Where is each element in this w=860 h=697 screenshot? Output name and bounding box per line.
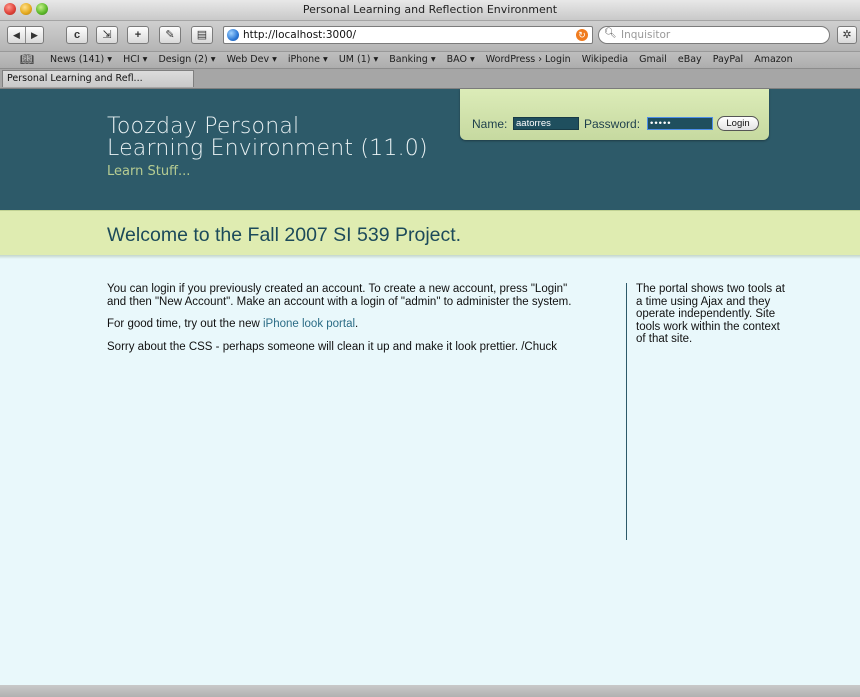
bookmarks-book-icon[interactable]: 📖︎ [20,53,34,67]
back-arrow-icon[interactable]: ◀ [8,27,26,43]
main-content: You can login if you previously created … [107,283,582,363]
toolbar-overflow-button[interactable]: ✲ [837,26,857,44]
page-title: Welcome to the Fall 2007 SI 539 Project. [107,224,462,246]
print-button[interactable]: ▤ [191,26,213,44]
iphone-paragraph-prefix: For good time, try out the new [107,318,263,330]
bookmarks-list: News (141) ▾ HCI ▾ Design (2) ▾ Web Dev … [50,54,801,65]
forward-arrow-icon[interactable]: ▶ [26,27,43,43]
site-title: Toozday Personal Learning Environment (1… [107,116,428,160]
window-title: Personal Learning and Reflection Environ… [302,3,558,16]
bookmark-item[interactable]: Amazon [754,54,792,65]
plus-icon: + [134,29,142,41]
bookmark-item[interactable]: Gmail [639,54,667,65]
tab-active[interactable]: Personal Learning and Refl... [2,70,194,87]
bookmark-item[interactable]: Web Dev ▾ [227,54,277,65]
css-note-paragraph: Sorry about the CSS - perhaps someone wi… [107,340,558,353]
password-label: Password: [584,117,641,131]
bookmark-item[interactable]: Banking ▾ [389,54,435,65]
iphone-portal-link[interactable]: iPhone look portal [263,318,355,330]
globe-icon [227,29,239,41]
browser-toolbar: ◀ ▶ c ⇲ + ✎ ▤ http://localhost:3000/ ↻ 🔍… [0,21,860,51]
back-forward-control: ◀ ▶ [7,26,44,44]
iphone-paragraph-suffix: . [355,318,359,330]
reload-icon: c [73,29,81,41]
print-icon: ▤ [196,29,208,41]
address-bar[interactable]: http://localhost:3000/ ↻ [223,26,593,44]
bookmark-item[interactable]: UM (1) ▾ [339,54,378,65]
bookmark-item[interactable]: BAO ▾ [447,54,475,65]
site-title-line2: Learning Environment (11.0) [107,136,428,161]
site-tagline: Learn Stuff... [107,164,191,179]
gear-icon: ✲ [842,29,852,41]
bookmark-item[interactable]: PayPal [713,54,744,65]
status-bar [0,685,860,697]
refresh-icon[interactable]: ↻ [576,29,588,41]
tab-bar: Personal Learning and Refl... [0,69,860,89]
window-titlebar: Personal Learning and Reflection Environ… [0,0,860,21]
intro-paragraph: You can login if you previously created … [107,283,572,308]
bookmark-item[interactable]: eBay [678,54,702,65]
snapback-icon: ⇲ [102,29,112,41]
bookmark-item[interactable]: HCI ▾ [123,54,147,65]
search-placeholder: Inquisitor [621,29,671,41]
site-title-line1: Toozday Personal [107,114,300,139]
iphone-paragraph: For good time, try out the new iPhone lo… [107,318,582,331]
bookmark-item[interactable]: News (141) ▾ [50,54,112,65]
edit-button[interactable]: ✎ [159,26,181,44]
name-field[interactable]: aatorres [513,117,579,130]
reload-button[interactable]: c [66,26,88,44]
name-label: Name: [472,117,508,131]
password-field[interactable]: ••••• [647,117,713,130]
snapback-button[interactable]: ⇲ [96,26,118,44]
login-panel: Name: aatorres Password: ••••• Login [460,89,769,140]
add-bookmark-button[interactable]: + [127,26,149,44]
site-header: Toozday Personal Learning Environment (1… [0,89,860,210]
address-url[interactable]: http://localhost:3000/ [243,29,356,41]
search-icon: 🔍︎ [604,28,617,39]
bookmarks-bar: 📖︎ News (141) ▾ HCI ▾ Design (2) ▾ Web D… [0,51,860,69]
welcome-banner: Welcome to the Fall 2007 SI 539 Project. [0,210,860,259]
column-divider [626,283,627,540]
bookmark-item[interactable]: WordPress › Login [486,54,571,65]
login-button[interactable]: Login [717,116,759,131]
sidebar-note: The portal shows two tools at a time usi… [636,283,785,345]
bookmark-item[interactable]: Design (2) ▾ [158,54,215,65]
edit-icon: ✎ [165,29,175,41]
search-input[interactable]: 🔍︎ Inquisitor [598,26,830,44]
bookmark-item[interactable]: Wikipedia [582,54,628,65]
bookmark-item[interactable]: iPhone ▾ [288,54,328,65]
